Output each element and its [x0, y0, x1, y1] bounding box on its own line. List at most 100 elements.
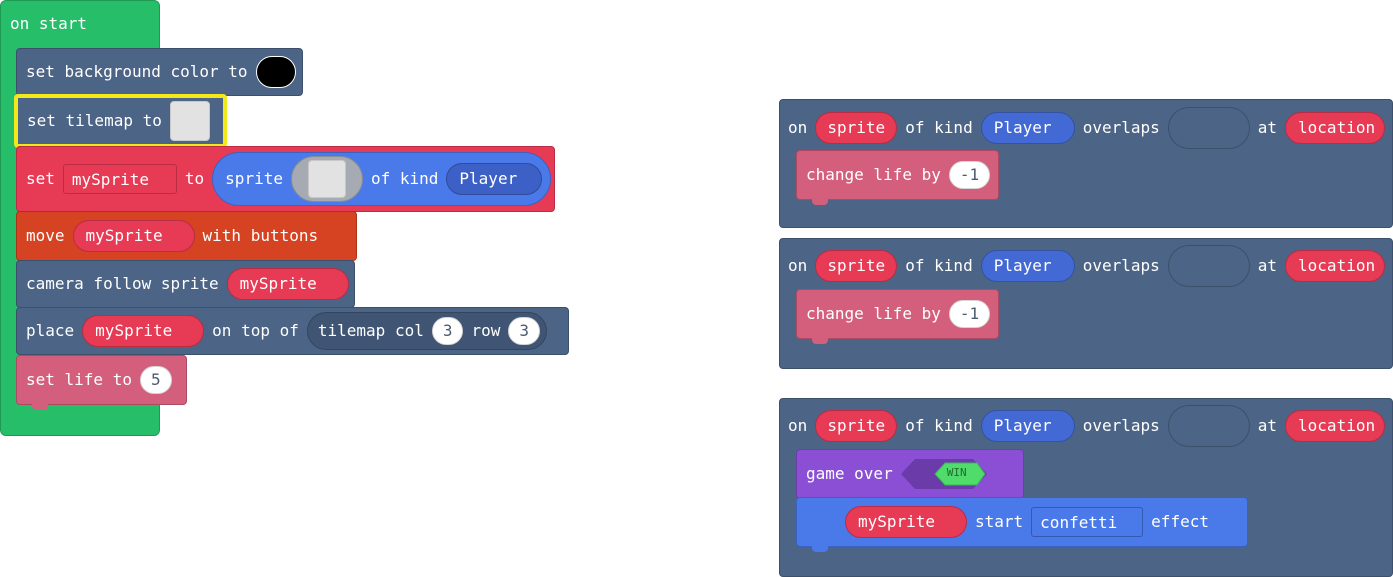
move-sprite-variable[interactable]: mySprite — [72, 220, 195, 252]
life-value: 5 — [150, 370, 161, 389]
kind-value-1: Player — [993, 118, 1052, 137]
win-hexagon-icon — [900, 459, 987, 489]
kind-value-2: Player — [993, 256, 1052, 275]
camera-follow-block[interactable]: camera follow sprite mySprite — [16, 260, 355, 308]
set-life-block[interactable]: set life to 5 — [16, 355, 187, 405]
tilemap-label: set tilemap to — [27, 111, 162, 130]
kind-label: of kind — [370, 169, 439, 188]
change-life-notch-1 — [812, 199, 828, 205]
tile-image-slot-2[interactable] — [1167, 245, 1250, 287]
location-param-value-3: location — [1298, 416, 1376, 435]
on-label-3: on — [788, 416, 808, 435]
move-label: move — [26, 226, 65, 245]
location-param-1[interactable]: location — [1285, 112, 1386, 144]
sprite-param-3[interactable]: sprite — [815, 410, 898, 442]
tile-image-slot-3[interactable] — [1167, 405, 1250, 447]
set-background-color-block[interactable]: set background color to — [16, 48, 303, 96]
change-life-input-2[interactable]: -1 — [948, 300, 991, 328]
game-over-block[interactable]: game over WIN — [796, 449, 1024, 499]
row-input[interactable]: 3 — [508, 317, 541, 345]
start-label: start — [975, 512, 1024, 531]
sprite-variable-value: mySprite — [71, 169, 149, 189]
location-param-value-2: location — [1298, 256, 1376, 275]
change-life-input-1[interactable]: -1 — [948, 161, 991, 189]
sprite-variable-dropdown[interactable]: mySprite — [62, 164, 177, 194]
camera-label: camera follow sprite — [26, 274, 219, 293]
on-top-label: on top of — [212, 321, 299, 340]
overlaps-label-2: overlaps — [1082, 256, 1160, 275]
location-param-3[interactable]: location — [1285, 410, 1386, 442]
sprite-param-2[interactable]: sprite — [815, 250, 898, 282]
color-swatch-black[interactable] — [255, 56, 296, 88]
sprite-image-icon[interactable] — [307, 160, 346, 198]
kind-dropdown[interactable]: Player — [446, 163, 543, 195]
at-label-3: at — [1257, 416, 1278, 435]
of-kind-label-3: of kind — [905, 416, 973, 435]
row-value: 3 — [519, 321, 530, 340]
effect-sprite-variable[interactable]: mySprite — [845, 506, 967, 538]
set-tilemap-block[interactable]: set tilemap to — [14, 94, 227, 148]
start-effect-notch — [812, 546, 828, 552]
sprite-param-value-2: sprite — [827, 256, 886, 275]
on-start-label: on start — [10, 14, 88, 33]
change-life-label-2: change life by — [806, 304, 941, 323]
effect-value: confetti — [1040, 512, 1118, 532]
location-param-value-1: location — [1298, 118, 1376, 137]
camera-sprite-value: mySprite — [239, 274, 317, 293]
tilemap-image-icon[interactable] — [169, 101, 210, 141]
place-label: place — [26, 321, 75, 340]
of-kind-label-2: of kind — [905, 256, 973, 275]
kind-value: Player — [459, 169, 518, 188]
sprite-label: sprite — [225, 169, 283, 188]
place-on-top-block[interactable]: place mySprite on top of tilemap col 3 r… — [16, 307, 569, 355]
place-sprite-value: mySprite — [95, 321, 173, 340]
start-effect-block[interactable]: mySprite start confetti effect — [796, 497, 1248, 547]
change-life-value-2: -1 — [959, 304, 980, 323]
move-with-buttons-block[interactable]: move mySprite with buttons — [16, 211, 357, 261]
camera-sprite-variable[interactable]: mySprite — [226, 268, 349, 300]
overlap-event-block-3[interactable]: on sprite of kind Player overlaps at loc… — [779, 398, 1393, 577]
overlap-header-1: on sprite of kind Player overlaps at loc… — [780, 103, 1386, 153]
col-value: 3 — [442, 321, 453, 340]
game-over-label: game over — [806, 464, 893, 483]
place-sprite-variable[interactable]: mySprite — [82, 315, 205, 347]
tile-image-slot-1[interactable] — [1167, 107, 1250, 149]
change-life-notch-2 — [812, 338, 828, 344]
set-sprite-block[interactable]: set mySprite to sprite of kind Player — [16, 146, 555, 212]
overlap-header-2: on sprite of kind Player overlaps at loc… — [780, 241, 1386, 291]
tilemap-col-label: tilemap col — [317, 321, 424, 340]
overlap-header-3: on sprite of kind Player overlaps at loc… — [780, 401, 1386, 451]
change-life-value-1: -1 — [959, 165, 980, 184]
location-param-2[interactable]: location — [1285, 250, 1386, 282]
change-life-block-1[interactable]: change life by -1 — [796, 150, 999, 200]
win-label: WIN — [946, 466, 967, 479]
kind-dropdown-1[interactable]: Player — [980, 112, 1075, 144]
life-value-input[interactable]: 5 — [139, 366, 172, 394]
kind-dropdown-2[interactable]: Player — [980, 250, 1075, 282]
on-label-1: on — [788, 118, 808, 137]
overlaps-label-1: overlaps — [1082, 118, 1160, 137]
to-label: to — [184, 169, 205, 188]
effect-dropdown[interactable]: confetti — [1031, 507, 1144, 537]
set-life-notch — [32, 404, 48, 410]
kind-value-3: Player — [993, 416, 1052, 435]
sprite-param-value-3: sprite — [827, 416, 886, 435]
of-kind-label-1: of kind — [905, 118, 973, 137]
overlap-event-block-1[interactable]: on sprite of kind Player overlaps at loc… — [779, 99, 1393, 228]
win-boolean-slot[interactable]: WIN — [900, 458, 987, 490]
move-sprite-value: mySprite — [85, 226, 163, 245]
overlaps-label-3: overlaps — [1082, 416, 1160, 435]
move-suffix: with buttons — [202, 226, 319, 245]
tilemap-location-block[interactable]: tilemap col 3 row 3 — [306, 312, 548, 350]
col-input[interactable]: 3 — [431, 317, 464, 345]
on-label-2: on — [788, 256, 808, 275]
sprite-create-block[interactable]: sprite of kind Player — [212, 152, 552, 206]
effect-sprite-value: mySprite — [858, 512, 936, 531]
set-label: set — [26, 169, 55, 188]
sprite-image-holder[interactable] — [290, 156, 363, 202]
change-life-block-2[interactable]: change life by -1 — [796, 289, 999, 339]
overlap-event-block-2[interactable]: on sprite of kind Player overlaps at loc… — [779, 238, 1393, 369]
at-label-1: at — [1257, 118, 1278, 137]
kind-dropdown-3[interactable]: Player — [980, 410, 1075, 442]
sprite-param-1[interactable]: sprite — [815, 112, 898, 144]
